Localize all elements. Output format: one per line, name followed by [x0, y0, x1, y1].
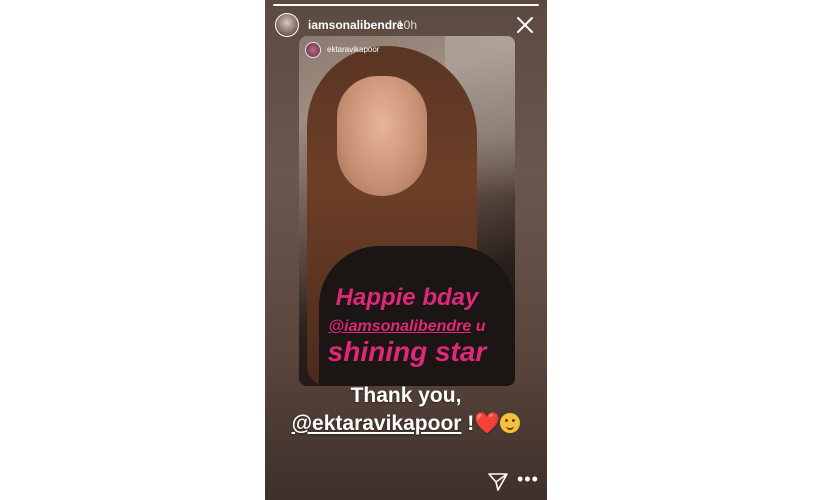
- greeting-mention-suffix: u: [471, 318, 486, 335]
- greeting-line-2: @iamsonalibendre u: [299, 318, 515, 336]
- story-progress-fill: [273, 4, 539, 6]
- caption-mention[interactable]: @ektaravikapoor: [292, 412, 462, 435]
- close-button[interactable]: [513, 13, 537, 37]
- caption-line-1: Thank you,: [350, 384, 462, 407]
- caption-line-2: @ektaravikapoor !❤️: [265, 412, 547, 436]
- heart-emoji: ❤️: [474, 412, 501, 435]
- send-button[interactable]: [488, 473, 508, 491]
- more-options-icon: •••: [517, 469, 539, 489]
- close-icon: [517, 17, 533, 33]
- send-icon: [488, 473, 508, 491]
- greeting-line-1: Happie bday: [335, 284, 479, 311]
- hugging-face-emoji-icon: [500, 413, 521, 433]
- greeting-mention[interactable]: @iamsonalibendre: [329, 318, 472, 335]
- photo-face: [337, 76, 427, 196]
- more-options-button[interactable]: •••: [517, 470, 538, 488]
- reshared-username: ektaravikapoor: [327, 45, 380, 54]
- greeting-line-3: shining star: [327, 336, 487, 367]
- reshared-avatar: [305, 42, 321, 58]
- story-username[interactable]: iamsonalibendre: [308, 18, 403, 32]
- story-timestamp: 10h: [397, 18, 418, 32]
- story-progress-bar: [273, 4, 539, 6]
- profile-avatar[interactable]: [275, 13, 299, 37]
- reshared-post-card[interactable]: ektaravikapoor Happie bday @iamsonaliben…: [299, 36, 515, 386]
- caption-suffix: !: [461, 412, 475, 435]
